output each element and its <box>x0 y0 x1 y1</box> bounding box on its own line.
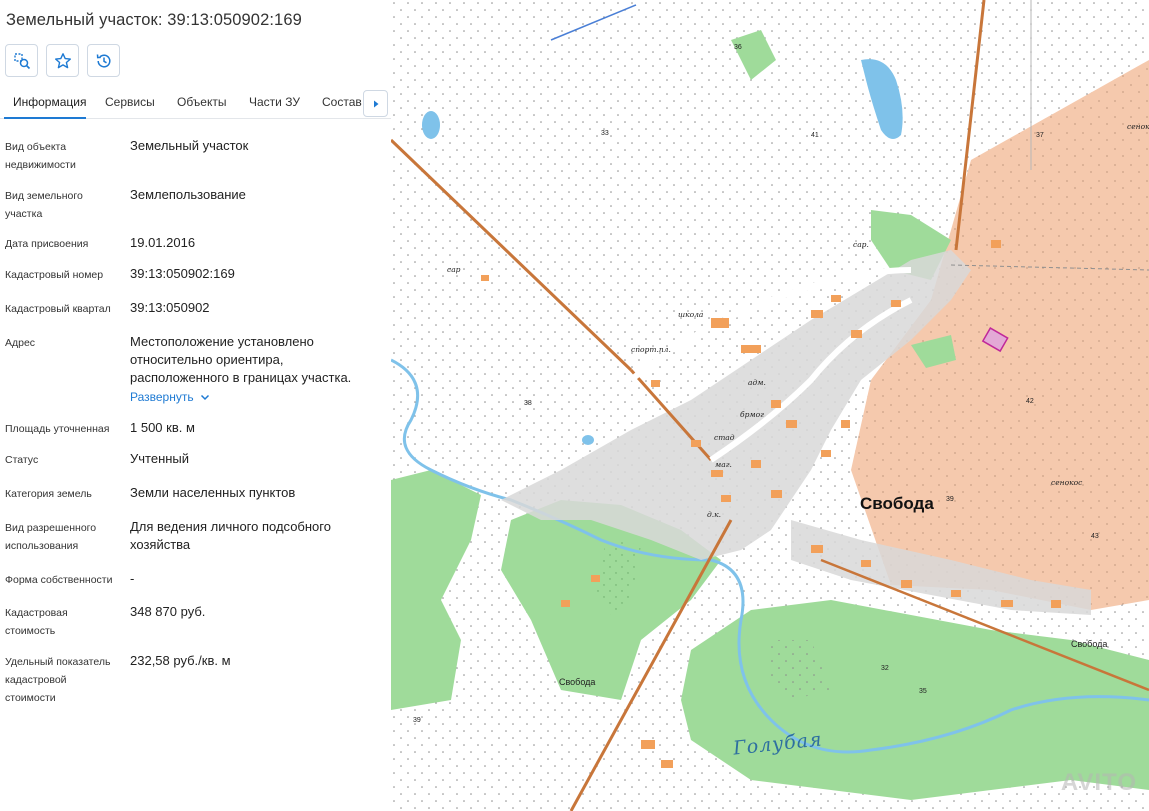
map-small-label: сар. <box>853 240 869 249</box>
map-number: 32 <box>881 665 889 672</box>
favorite-button[interactable] <box>46 44 79 77</box>
label-status: Статус <box>5 454 39 466</box>
map-small-label: спорт.пл. <box>631 345 671 354</box>
label-address: Адрес <box>5 337 36 349</box>
map-small-label: сенокос <box>1051 478 1083 487</box>
value-ownership: - <box>130 571 135 586</box>
pond-west <box>422 111 440 139</box>
map-small-label: д.к. <box>707 510 722 519</box>
avito-watermark: AVITO <box>1060 769 1137 796</box>
value-address: Местоположение установлено относительно … <box>130 334 352 385</box>
history-icon <box>96 53 111 67</box>
tab-services[interactable]: Сервисы <box>105 95 155 109</box>
map-number: 41 <box>811 132 819 139</box>
tab-objects[interactable]: Объекты <box>177 95 227 109</box>
value-status: Учтенный <box>130 451 190 466</box>
info-panel: Земельный участок: 39:13:050902:169 Инфо… <box>0 0 391 811</box>
star-icon <box>54 52 71 68</box>
value-permitted-use: Для ведения личного подсобного хозяйства <box>130 519 331 552</box>
value-cadastral-number: 39:13:050902:169 <box>130 266 235 281</box>
chevron-right-icon <box>373 100 378 107</box>
label-object-type: Вид объекта недвижимости <box>5 141 76 171</box>
tab-bar: Информация Сервисы Объекты Части ЗУ Сост… <box>0 86 391 119</box>
value-area: 1 500 кв. м <box>130 420 195 435</box>
label-ownership: Форма собственности <box>5 574 113 586</box>
chevron-down-icon <box>200 394 209 400</box>
label-land-category: Категория земель <box>5 488 92 500</box>
tabs-scroll-right-button[interactable] <box>363 90 388 117</box>
map-number: 39 <box>946 496 954 503</box>
pond-small <box>582 435 594 445</box>
map-number: 33 <box>601 130 609 137</box>
map-number: 39 <box>413 717 421 724</box>
cadastral-map[interactable]: Свобода Голубая Свобода Свобода 36 33 41… <box>391 0 1149 811</box>
map-small-label: маг. <box>715 460 732 469</box>
value-parcel-type: Землепользование <box>130 187 246 202</box>
map-small-label: сенокос <box>1127 122 1149 131</box>
value-specific-value: 232,58 руб./кв. м <box>130 653 231 668</box>
locate-object-button[interactable] <box>5 44 38 77</box>
map-canvas[interactable] <box>391 0 1149 811</box>
map-small-label: брмог <box>740 410 764 419</box>
map-number: 37 <box>1036 132 1044 139</box>
value-object-type: Земельный участок <box>130 138 249 153</box>
active-tab-indicator <box>4 117 86 119</box>
map-small-label: адм. <box>748 378 766 387</box>
map-small-label: сар <box>447 265 461 274</box>
label-cadastral-value: Кадастровая стоимость <box>5 607 68 637</box>
map-number: 43 <box>1091 533 1099 540</box>
expand-label: Развернуть <box>130 390 194 404</box>
expand-address-link[interactable]: Развернуть <box>130 390 210 404</box>
map-number: 36 <box>734 44 742 51</box>
label-cadastral-quarter: Кадастровый квартал <box>5 303 111 315</box>
label-specific-value: Удельный показатель кадастровой стоимост… <box>5 656 111 704</box>
value-cadastral-quarter: 39:13:050902 <box>130 300 210 315</box>
map-small-label: стад <box>714 433 735 442</box>
label-area: Площадь уточненная <box>5 423 110 435</box>
tab-composition[interactable]: Состав <box>322 95 362 109</box>
value-cadastral-value: 348 870 руб. <box>130 604 206 619</box>
map-number: 35 <box>919 688 927 695</box>
map-label-village: Свобода <box>860 494 934 513</box>
locate-object-icon <box>13 52 30 69</box>
tab-info[interactable]: Информация <box>13 95 86 109</box>
label-permitted-use: Вид разрешенного использования <box>5 522 97 552</box>
history-button[interactable] <box>87 44 120 77</box>
page-title: Земельный участок: 39:13:050902:169 <box>6 11 302 29</box>
map-small-label: школа <box>678 310 704 319</box>
tab-parts[interactable]: Части ЗУ <box>249 95 300 109</box>
map-label-village-east: Свобода <box>1071 639 1108 649</box>
map-label-village-west: Свобода <box>559 677 596 687</box>
label-parcel-type: Вид земельного участка <box>5 190 83 220</box>
value-assignment-date: 19.01.2016 <box>130 235 196 250</box>
map-number: 38 <box>524 400 532 407</box>
value-land-category: Земли населенных пунктов <box>130 485 296 500</box>
label-assignment-date: Дата присвоения <box>5 238 89 250</box>
label-cadastral-number: Кадастровый номер <box>5 269 104 281</box>
map-number: 42 <box>1026 398 1034 405</box>
